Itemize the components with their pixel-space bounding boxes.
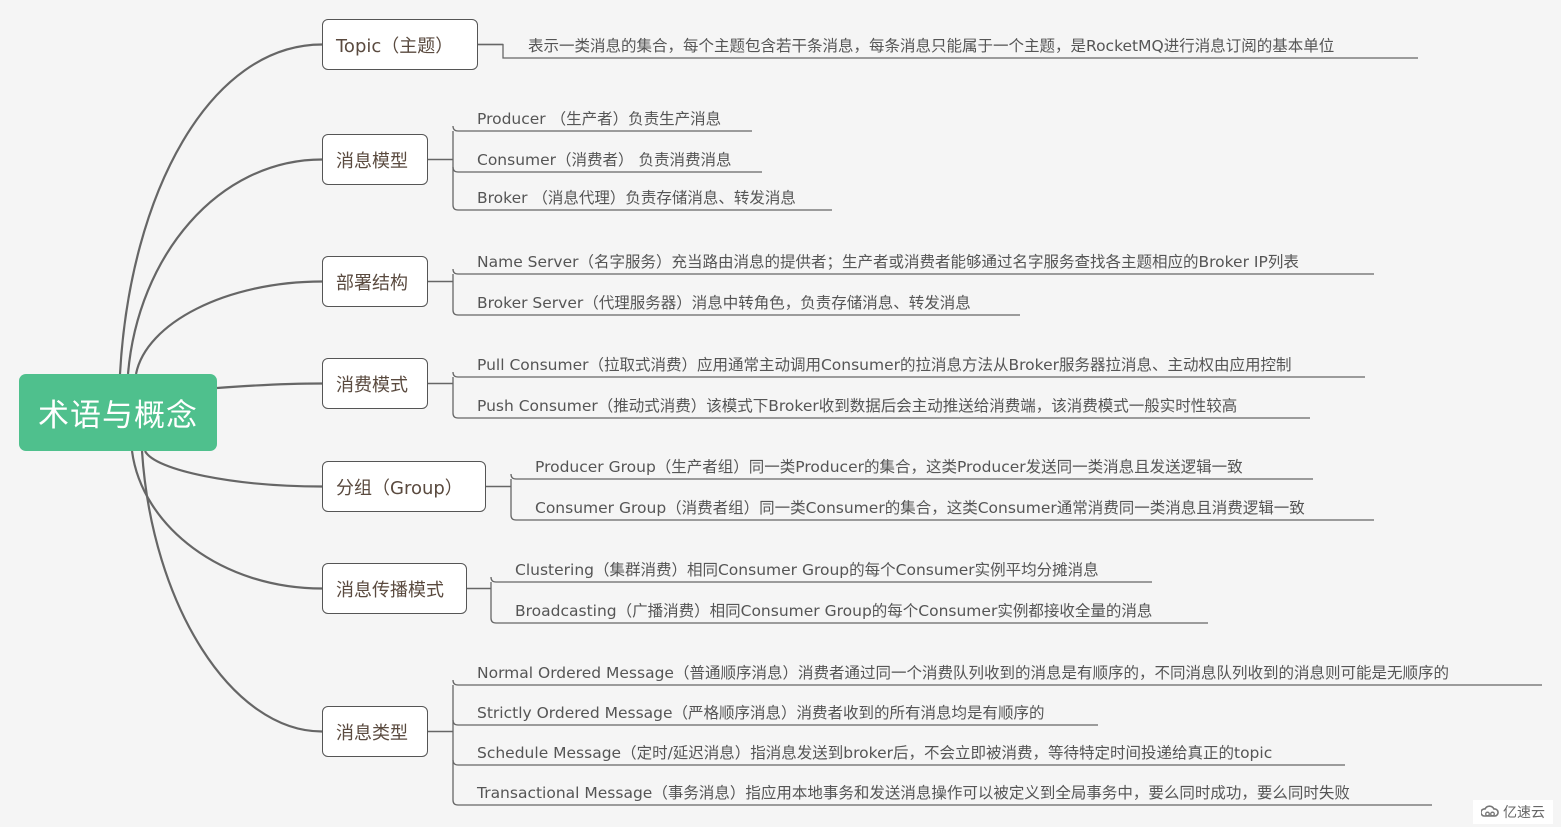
- root-node[interactable]: 术语与概念: [19, 374, 217, 451]
- leaf-producer-group[interactable]: Producer Group（生产者组）同一类Producer的集合，这类Pro…: [535, 458, 1243, 476]
- watermark: 亿速云: [1473, 800, 1553, 824]
- branch-label: 消息模型: [336, 150, 408, 172]
- branch-node-propagation[interactable]: 消息传播模式: [322, 563, 467, 614]
- leaf-schedule[interactable]: Schedule Message（定时/延迟消息）指消息发送到broker后，不…: [477, 744, 1272, 762]
- leaf-clustering[interactable]: Clustering（集群消费）相同Consumer Group的每个Consu…: [515, 561, 1099, 579]
- leaf-consumer-group[interactable]: Consumer Group（消费者组）同一类Consumer的集合，这类Con…: [535, 499, 1305, 517]
- leaf-normal-ordered[interactable]: Normal Ordered Message（普通顺序消息）消费者通过同一个消费…: [477, 664, 1449, 682]
- root-connector: [134, 280, 323, 375]
- branch-label: 消息传播模式: [336, 579, 444, 601]
- leaf-strictly-ordered[interactable]: Strictly Ordered Message（严格顺序消息）消费者收到的所有…: [477, 704, 1045, 722]
- leaf-broadcasting[interactable]: Broadcasting（广播消费）相同Consumer Group的每个Con…: [515, 602, 1152, 620]
- root-connector: [144, 450, 323, 488]
- root-connector: [140, 450, 323, 733]
- mind-map-canvas: 术语与概念 Topic（主题） 消息模型 部署结构 消费模式 分组（Group）…: [0, 0, 1561, 827]
- branch-label: 部署结构: [336, 272, 408, 294]
- branch-node-message-type[interactable]: 消息类型: [322, 706, 428, 757]
- root-connector: [216, 382, 323, 390]
- leaf-pull-consumer[interactable]: Pull Consumer（拉取式消费）应用通常主动调用Consumer的拉消息…: [477, 356, 1292, 374]
- leaf-producer[interactable]: Producer （生产者）负责生产消息: [477, 110, 721, 128]
- cloud-logo-icon: [1481, 805, 1499, 819]
- branch-label: 消息类型: [336, 722, 408, 744]
- root-connector: [130, 450, 323, 590]
- root-connector: [118, 43, 323, 375]
- leaf-broker-server[interactable]: Broker Server（代理服务器）消息中转角色，负责存储消息、转发消息: [477, 294, 971, 312]
- branch-node-topic[interactable]: Topic（主题）: [322, 19, 478, 70]
- leaf-name-server[interactable]: Name Server（名字服务）充当路由消息的提供者；生产者或消费者能够通过名…: [477, 253, 1299, 271]
- branch-node-group[interactable]: 分组（Group）: [322, 461, 486, 512]
- leaf-topic-desc[interactable]: 表示一类消息的集合，每个主题包含若干条消息，每条消息只能属于一个主题，是Rock…: [528, 37, 1334, 55]
- branch-node-message-model[interactable]: 消息模型: [322, 134, 428, 185]
- watermark-text: 亿速云: [1503, 805, 1545, 821]
- leaf-push-consumer[interactable]: Push Consumer（推动式消费）该模式下Broker收到数据后会主动推送…: [477, 397, 1237, 415]
- branch-label: 分组（Group）: [336, 477, 463, 499]
- branch-node-consume-mode[interactable]: 消费模式: [322, 358, 428, 409]
- branch-node-deployment[interactable]: 部署结构: [322, 256, 428, 307]
- leaf-consumer[interactable]: Consumer（消费者） 负责消费消息: [477, 151, 731, 169]
- leaf-transactional[interactable]: Transactional Message（事务消息）指应用本地事务和发送消息操…: [477, 784, 1350, 802]
- branch-label: Topic（主题）: [336, 35, 454, 57]
- branch-label: 消费模式: [336, 374, 408, 396]
- leaf-broker[interactable]: Broker （消息代理）负责存储消息、转发消息: [477, 189, 796, 207]
- root-node-label: 术语与概念: [38, 398, 198, 434]
